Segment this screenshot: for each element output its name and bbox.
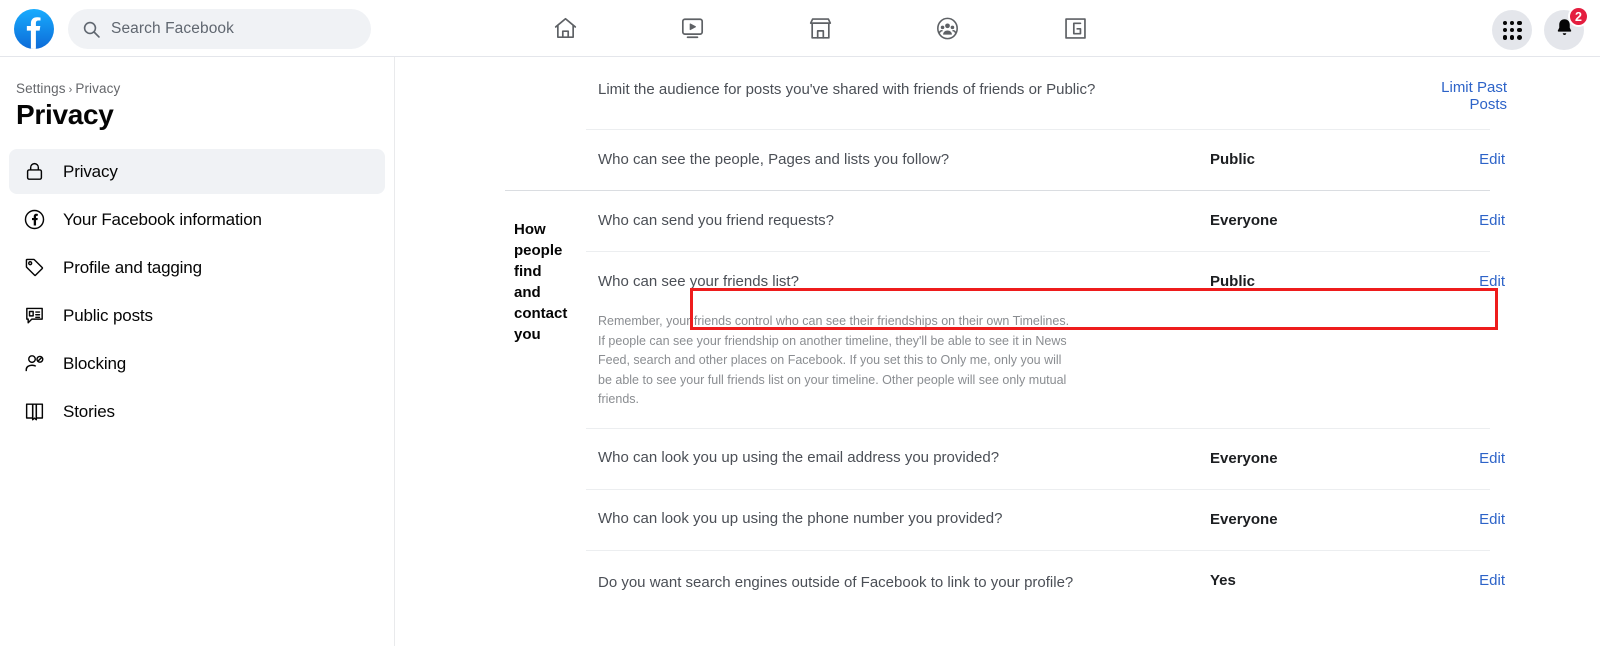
setting-row-lookup-email: Who can look you up using the email addr… bbox=[586, 427, 1600, 489]
header-actions: 2 bbox=[1492, 6, 1589, 50]
setting-question: Who can see your friends list? bbox=[598, 272, 799, 290]
row-divider bbox=[586, 251, 1490, 252]
sidebar-item-label: Profile and tagging bbox=[63, 257, 202, 277]
book-icon bbox=[22, 399, 47, 424]
nav-home-icon[interactable] bbox=[540, 7, 590, 49]
search-icon bbox=[83, 21, 100, 38]
privacy-settings-content: Limit the audience for posts you've shar… bbox=[396, 57, 1600, 646]
edit-link[interactable]: Edit bbox=[1400, 511, 1600, 528]
setting-row-friends-list: Who can see your friends list? Public Ed… bbox=[586, 251, 1600, 312]
page-title: Privacy bbox=[16, 99, 114, 130]
menu-grid-button[interactable] bbox=[1492, 10, 1532, 50]
grid-icon bbox=[1502, 20, 1522, 40]
section-continuation: Limit the audience for posts you've shar… bbox=[396, 57, 1600, 190]
setting-question: Who can look you up using the email addr… bbox=[598, 449, 1000, 466]
setting-question: Limit the audience for posts you've shar… bbox=[598, 81, 1096, 98]
setting-question: Who can send you friend requests? bbox=[598, 211, 834, 229]
sidebar-item-label: Your Facebook information bbox=[63, 209, 262, 229]
setting-question: Who can see the people, Pages and lists … bbox=[598, 150, 950, 168]
setting-value: Everyone bbox=[1210, 212, 1278, 229]
breadcrumb-separator: › bbox=[68, 84, 73, 96]
setting-row-search-engines: Do you want search engines outside of Fa… bbox=[586, 549, 1600, 626]
breadcrumb: Settings › Privacy bbox=[0, 81, 394, 96]
section-label-empty bbox=[396, 57, 586, 190]
sidebar-nav-list: Privacy Your Facebook information Profil… bbox=[0, 149, 394, 434]
limit-past-posts-link[interactable]: Limit Past Posts bbox=[1400, 79, 1600, 113]
sidebar-item-blocking[interactable]: Blocking bbox=[9, 341, 385, 386]
edit-link[interactable]: Edit bbox=[1400, 572, 1600, 589]
setting-value: Everyone bbox=[1210, 449, 1278, 467]
row-divider bbox=[586, 488, 1490, 490]
section-heading: How people find and contact you bbox=[514, 221, 568, 343]
row-divider bbox=[586, 427, 1490, 429]
setting-value: Public bbox=[1210, 273, 1256, 290]
sidebar-item-your-facebook-information[interactable]: Your Facebook information bbox=[9, 197, 385, 242]
row-divider bbox=[586, 549, 1490, 551]
sidebar-item-profile-and-tagging[interactable]: Profile and tagging bbox=[9, 245, 385, 290]
setting-value: Everyone bbox=[1210, 510, 1278, 528]
search-placeholder-text: Search Facebook bbox=[111, 20, 234, 37]
breadcrumb-current: Privacy bbox=[75, 81, 121, 96]
search-input[interactable]: Search Facebook bbox=[68, 9, 371, 49]
edit-link[interactable]: Edit bbox=[1400, 273, 1600, 290]
sidebar-item-privacy[interactable]: Privacy bbox=[9, 149, 385, 194]
sidebar-item-label: Stories bbox=[63, 401, 115, 421]
edit-link[interactable]: Edit bbox=[1400, 450, 1600, 467]
facebook-logo-icon[interactable] bbox=[14, 9, 54, 49]
nav-watch-icon[interactable] bbox=[668, 7, 718, 49]
settings-sidebar: Settings › Privacy Privacy Privacy Your Fa… bbox=[0, 57, 395, 646]
setting-question: Who can look you up using the phone numb… bbox=[598, 510, 1003, 527]
nav-marketplace-icon[interactable] bbox=[795, 7, 845, 49]
sidebar-item-label: Blocking bbox=[63, 353, 127, 373]
tag-icon bbox=[22, 255, 47, 280]
lock-icon bbox=[22, 159, 47, 184]
block-user-icon bbox=[22, 351, 47, 376]
app-header: Search Facebook 2 bbox=[0, 0, 1600, 57]
nav-gaming-icon[interactable] bbox=[1050, 7, 1100, 49]
setting-value: Public bbox=[1210, 151, 1256, 168]
edit-link[interactable]: Edit bbox=[1400, 212, 1600, 229]
setting-value: Yes bbox=[1210, 571, 1236, 589]
section-how-people-find-and-contact-you: How people find and contact you Who can … bbox=[396, 190, 1600, 626]
setting-row-friend-requests: Who can send you friend requests? Everyo… bbox=[586, 190, 1600, 251]
notification-badge: 2 bbox=[1568, 6, 1589, 27]
edit-link[interactable]: Edit bbox=[1400, 151, 1600, 168]
comment-icon bbox=[22, 303, 47, 328]
setting-row-limit-past-posts: Limit the audience for posts you've shar… bbox=[586, 57, 1600, 129]
setting-row-who-can-see-follows: Who can see the people, Pages and lists … bbox=[586, 129, 1600, 190]
setting-note: Remember, your friends control who can s… bbox=[598, 314, 1070, 406]
nav-groups-icon[interactable] bbox=[923, 7, 973, 49]
notifications-button[interactable]: 2 bbox=[1544, 6, 1589, 50]
section-rows: Limit the audience for posts you've shar… bbox=[586, 57, 1600, 190]
primary-navigation bbox=[500, 0, 1140, 56]
setting-question: Do you want search engines outside of Fa… bbox=[598, 573, 1074, 591]
setting-row-lookup-phone: Who can look you up using the phone numb… bbox=[586, 488, 1600, 550]
sidebar-item-label: Privacy bbox=[63, 161, 118, 181]
sidebar-item-label: Public posts bbox=[63, 305, 153, 325]
sidebar-item-stories[interactable]: Stories bbox=[9, 389, 385, 434]
facebook-circle-icon bbox=[22, 207, 47, 232]
sidebar-item-public-posts[interactable]: Public posts bbox=[9, 293, 385, 338]
breadcrumb-parent[interactable]: Settings bbox=[16, 81, 66, 96]
section-rows: Who can send you friend requests? Everyo… bbox=[586, 190, 1600, 626]
row-divider bbox=[586, 129, 1490, 130]
